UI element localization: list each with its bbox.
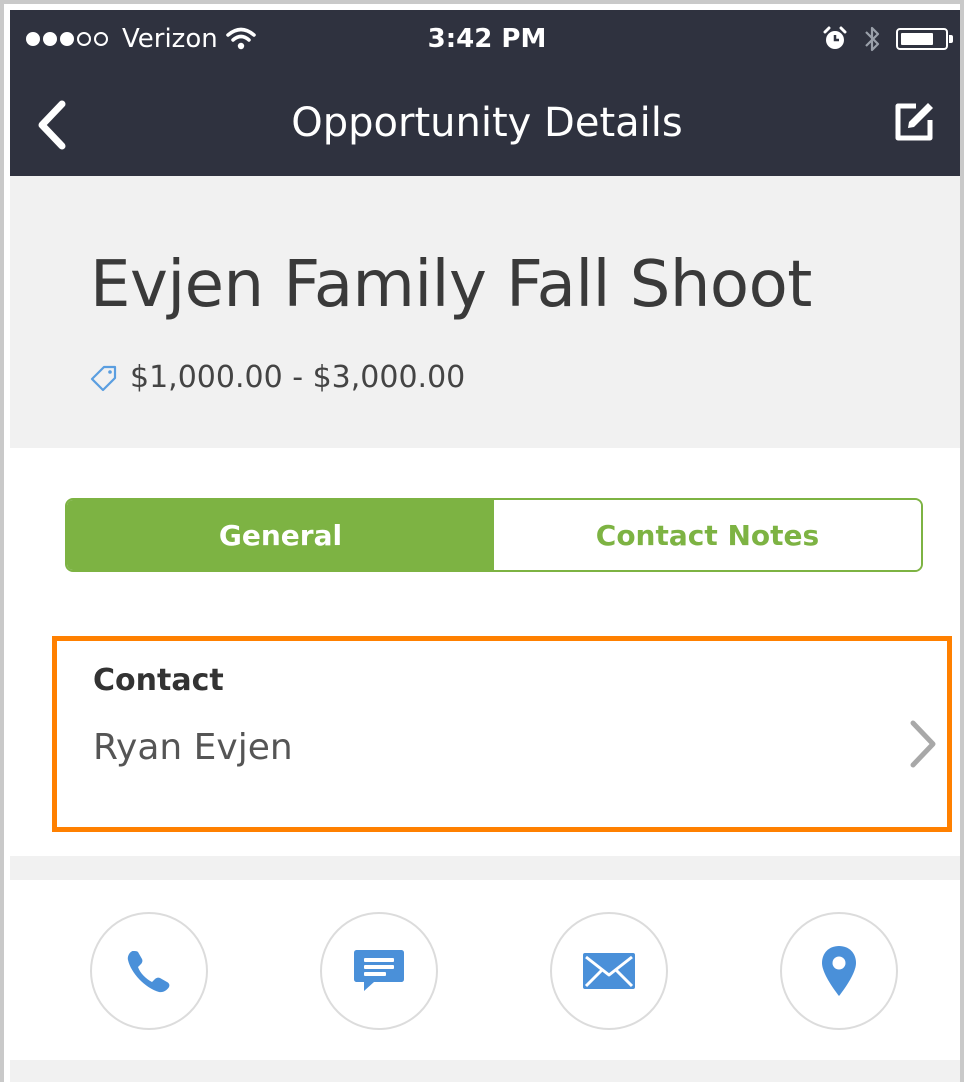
nav-bar: Opportunity Details	[10, 70, 960, 176]
tab-switcher: General Contact Notes	[65, 498, 923, 572]
email-button[interactable]	[550, 912, 668, 1030]
tab-contact-notes[interactable]: Contact Notes	[494, 500, 921, 570]
contact-name: Ryan Evjen	[93, 727, 293, 768]
contact-label: Contact	[93, 663, 224, 698]
alarm-icon	[823, 26, 847, 49]
tag-icon	[90, 365, 117, 391]
battery-icon	[896, 28, 953, 50]
edit-icon	[895, 103, 933, 141]
contact-row[interactable]: Contact Ryan Evjen	[52, 636, 952, 832]
status-bar: Verizon 3:42 PM	[10, 10, 960, 70]
opportunity-title: Evjen Family Fall Shoot	[90, 248, 812, 322]
map-pin-icon	[822, 946, 856, 996]
location-button[interactable]	[780, 912, 898, 1030]
status-right	[822, 24, 953, 54]
section-divider	[10, 856, 960, 880]
phone-icon	[127, 951, 170, 993]
opportunity-header: Evjen Family Fall Shoot $1,000.00 - $3,0…	[10, 176, 960, 448]
message-button[interactable]	[320, 912, 438, 1030]
tab-general[interactable]: General	[67, 500, 494, 570]
bluetooth-icon	[865, 26, 880, 52]
price-range: $1,000.00 - $3,000.00	[130, 360, 466, 395]
chevron-right-icon	[910, 720, 936, 768]
edit-button[interactable]	[892, 100, 936, 144]
call-button[interactable]	[90, 912, 208, 1030]
section-divider-bottom	[10, 1060, 960, 1082]
envelope-icon	[583, 953, 635, 989]
page-title: Opportunity Details	[291, 100, 683, 146]
status-time: 3:42 PM	[427, 24, 547, 54]
app-frame: Verizon 3:42 PM Opportunity Details Evje…	[0, 0, 964, 1082]
top-bar: Verizon 3:42 PM Opportunity Details	[10, 10, 960, 176]
chat-icon	[354, 950, 404, 991]
price-range-row: $1,000.00 - $3,000.00	[90, 360, 465, 395]
